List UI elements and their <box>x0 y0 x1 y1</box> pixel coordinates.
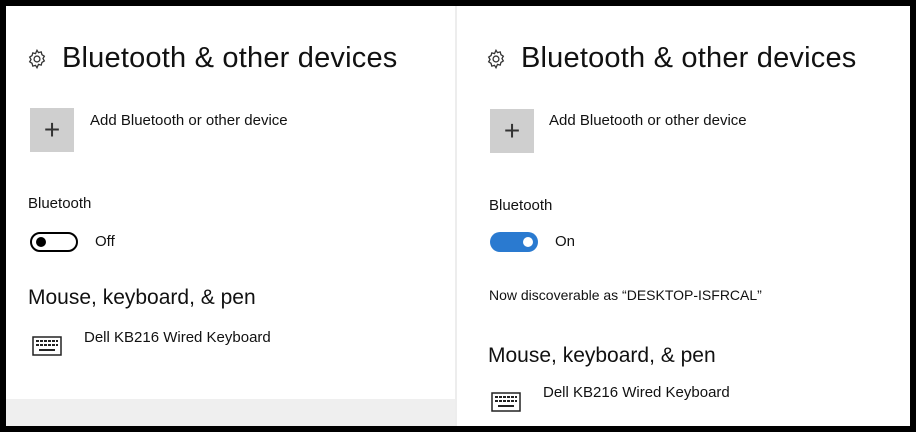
keyboard-icon <box>491 392 521 412</box>
settings-panel-right: Bluetooth & other devices + Add Bluetoot… <box>457 6 910 426</box>
toggle-knob <box>36 237 46 247</box>
mouse-keyboard-pen-heading: Mouse, keyboard, & pen <box>488 344 716 367</box>
mouse-keyboard-pen-heading: Mouse, keyboard, & pen <box>28 286 256 309</box>
device-name[interactable]: Dell KB216 Wired Keyboard <box>543 384 730 401</box>
page-header: Bluetooth & other devices <box>485 42 856 75</box>
settings-panel-left: Bluetooth & other devices + Add Bluetoot… <box>6 6 455 426</box>
bluetooth-state: On <box>555 233 576 250</box>
add-device-button[interactable]: + <box>30 108 74 152</box>
page-title: Bluetooth & other devices <box>521 42 857 74</box>
add-device-label[interactable]: Add Bluetooth or other device <box>90 112 288 129</box>
plus-icon: + <box>503 115 521 146</box>
bluetooth-label: Bluetooth <box>28 195 92 212</box>
bluetooth-toggle[interactable] <box>30 232 78 252</box>
toggle-knob <box>523 237 533 247</box>
panel-footer <box>6 399 455 426</box>
bluetooth-state: Off <box>95 233 115 250</box>
add-device-label[interactable]: Add Bluetooth or other device <box>549 112 747 129</box>
page-header: Bluetooth & other devices <box>26 42 397 75</box>
add-device-button[interactable]: + <box>490 109 534 153</box>
plus-icon: + <box>43 114 61 145</box>
bluetooth-label: Bluetooth <box>489 197 553 214</box>
discoverable-text: Now discoverable as “DESKTOP-ISFRCAL” <box>489 287 762 303</box>
gear-icon <box>28 48 46 69</box>
device-name[interactable]: Dell KB216 Wired Keyboard <box>84 329 271 346</box>
gear-icon <box>487 48 505 69</box>
bluetooth-toggle[interactable] <box>490 232 538 252</box>
keyboard-icon <box>32 336 62 356</box>
page-title: Bluetooth & other devices <box>62 42 398 74</box>
